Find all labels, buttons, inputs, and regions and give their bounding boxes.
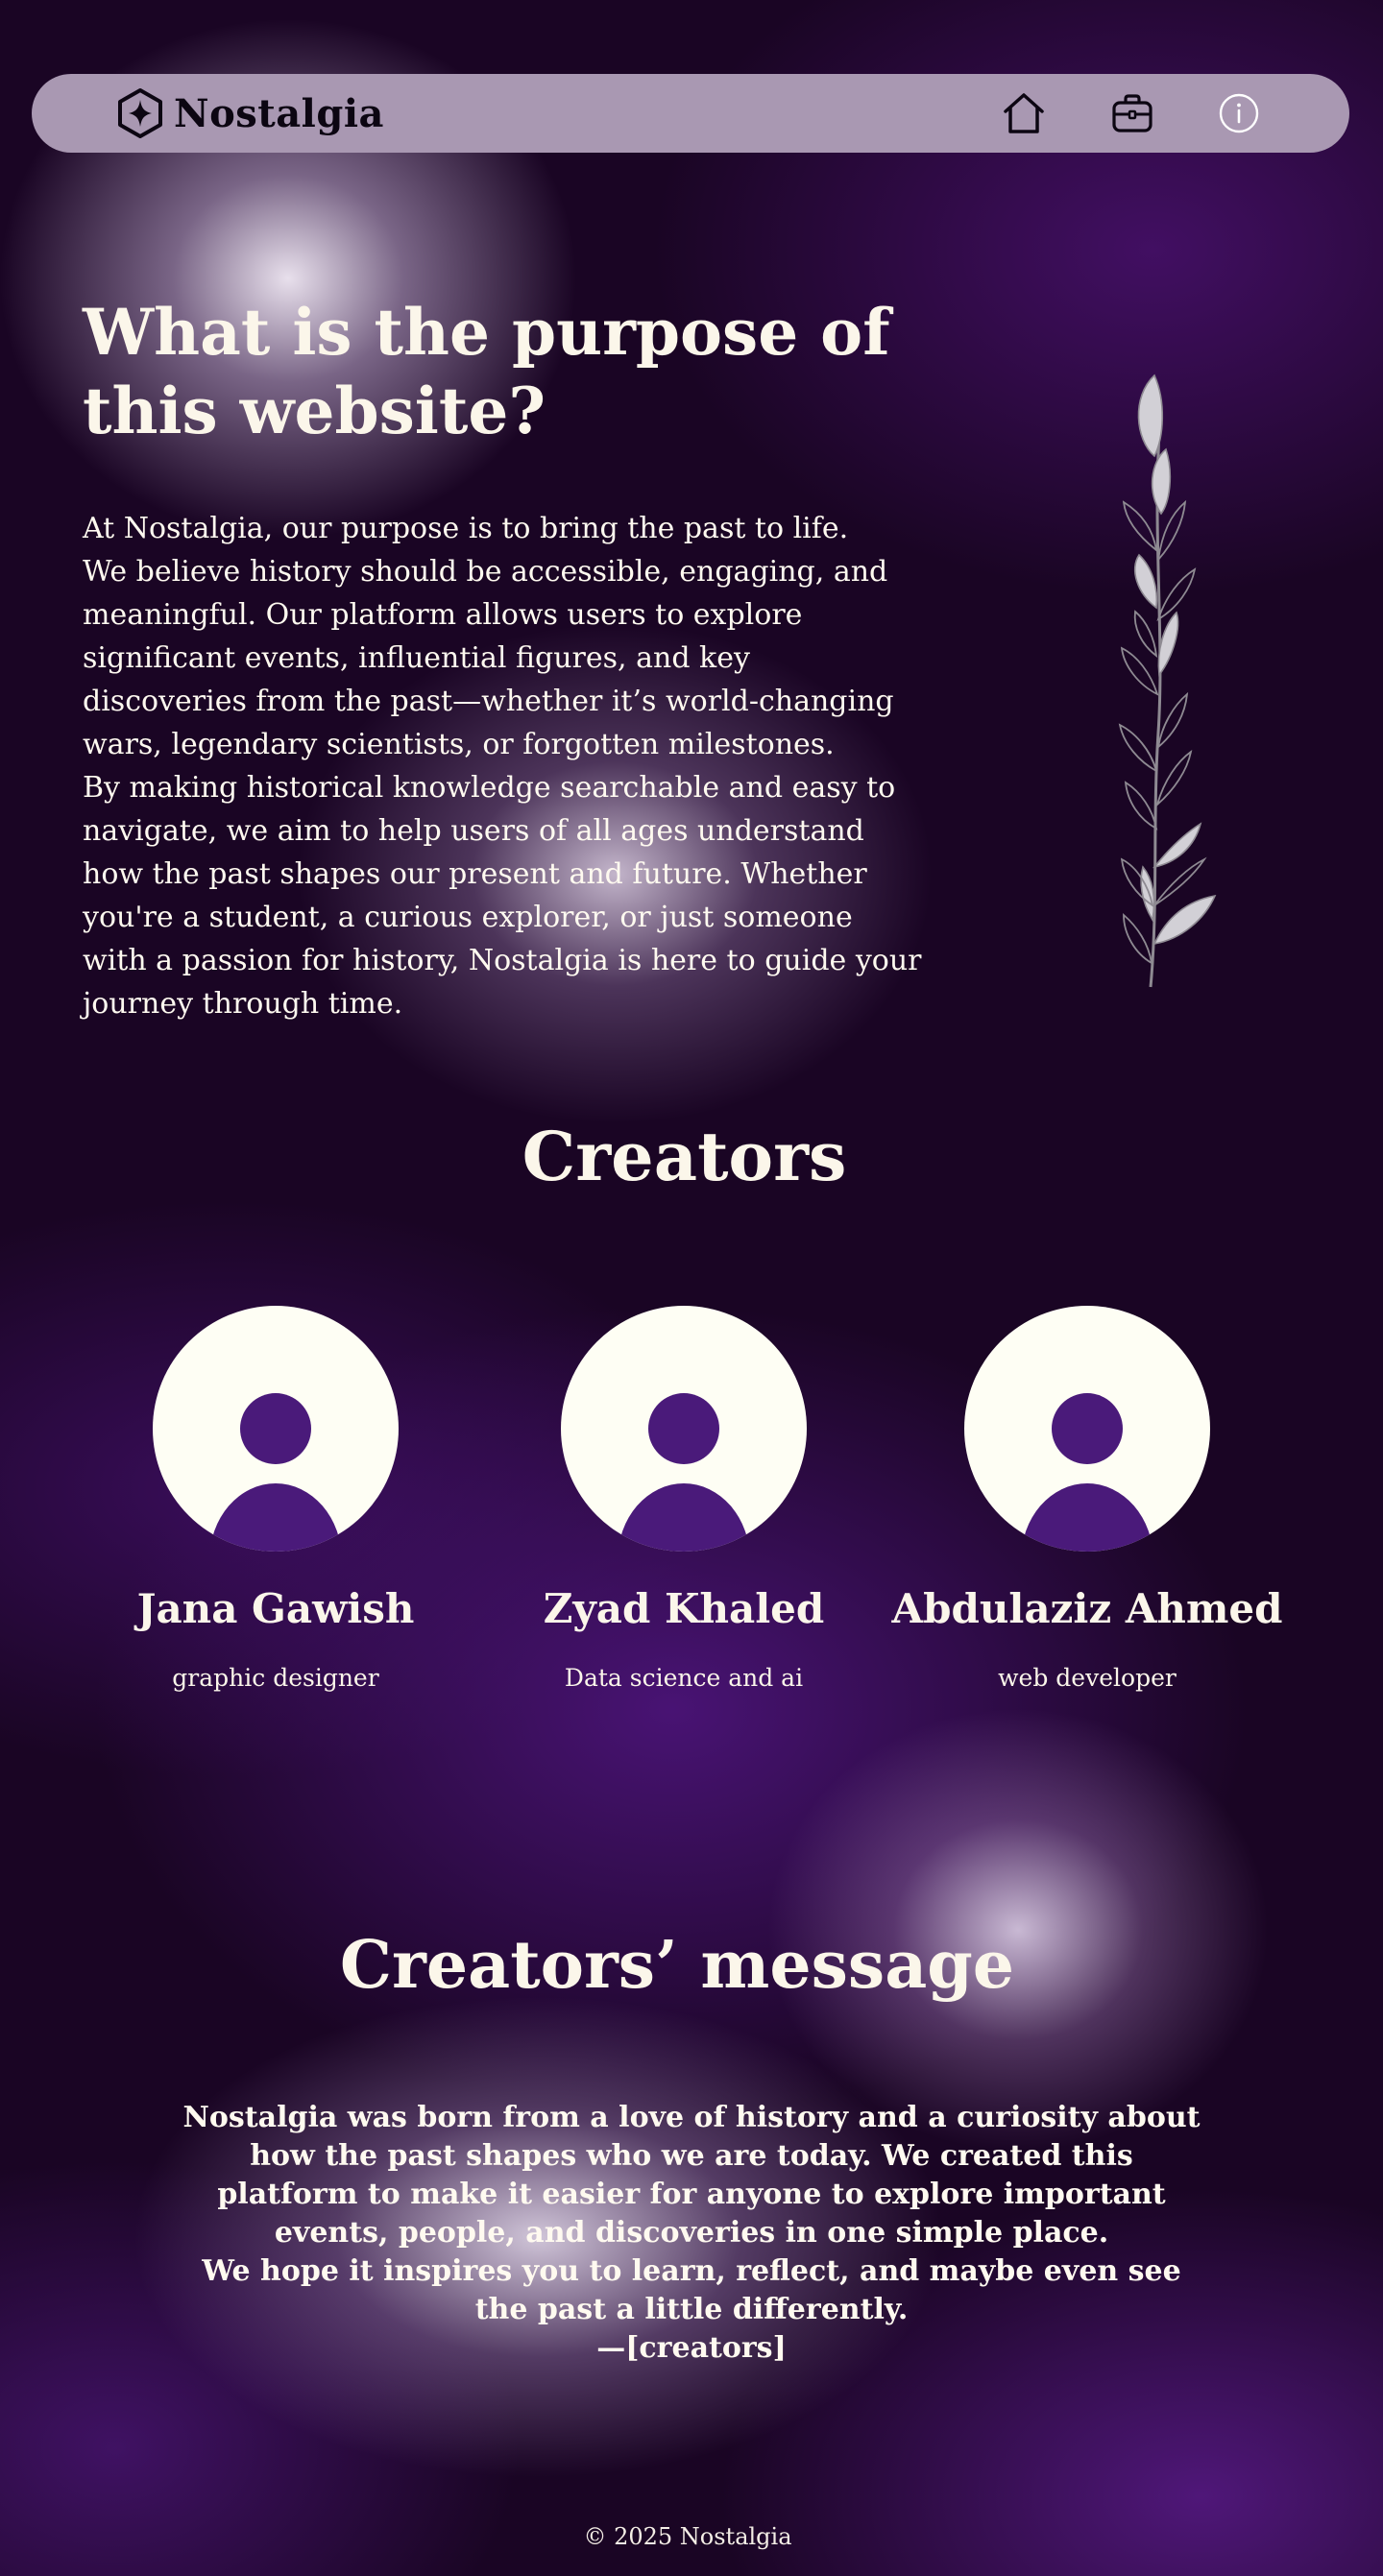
purpose-paragraph-line: journey through time. xyxy=(83,987,403,1021)
message-line: We hope it inspires you to learn, reflec… xyxy=(202,2254,1181,2288)
purpose-paragraph-line: significant events, influential figures,… xyxy=(83,641,750,675)
purpose-title: What is the purpose of this website? xyxy=(83,293,966,450)
purpose-paragraph-line: meaningful. Our platform allows users to… xyxy=(83,598,803,632)
creator-card: Abdulaziz Ahmed web developer xyxy=(876,1306,1298,1709)
creator-card: Jana Gawish graphic designer xyxy=(64,1306,487,1709)
message-line: the past a little differently. xyxy=(474,2293,909,2326)
creator-name: Zyad Khaled xyxy=(543,1585,825,1632)
brand[interactable]: Nostalgia xyxy=(116,87,384,139)
purpose-paragraph-line: We believe history should be accessible,… xyxy=(83,555,888,589)
avatar xyxy=(964,1306,1210,1552)
message-line: how the past shapes who we are today. We… xyxy=(250,2139,1133,2173)
purpose-paragraph-line: wars, legendary scientists, or forgotten… xyxy=(83,728,835,761)
avatar xyxy=(561,1306,807,1552)
purpose-paragraph-line: discoveries from the past—whether it’s w… xyxy=(83,685,894,718)
purpose-paragraph-line: navigate, we aim to help users of all ag… xyxy=(83,814,864,848)
creator-card: Zyad Khaled Data science and ai xyxy=(473,1306,895,1709)
purpose-paragraph-line: At Nostalgia, our purpose is to bring th… xyxy=(83,512,849,545)
briefcase-icon[interactable] xyxy=(1108,89,1156,137)
purpose-title-line: What is the purpose of xyxy=(83,295,890,370)
brand-name: Nostalgia xyxy=(174,90,384,136)
creator-name: Jana Gawish xyxy=(136,1585,415,1632)
purpose-paragraph-line: how the past shapes our present and futu… xyxy=(83,857,867,891)
creators-title: Creators xyxy=(522,1117,847,1196)
message-line: events, people, and discoveries in one s… xyxy=(274,2216,1109,2250)
message-signature: —[creators] xyxy=(596,2331,787,2365)
creator-name: Abdulaziz Ahmed xyxy=(891,1585,1283,1632)
avatar xyxy=(153,1306,399,1552)
message-line: Nostalgia was born from a love of histor… xyxy=(182,2101,1201,2134)
message-title: Creators’ message xyxy=(339,1927,1015,2004)
info-icon[interactable] xyxy=(1215,89,1263,137)
hexagon-star-logo-icon xyxy=(118,88,162,138)
purpose-paragraph-line: you're a student, a curious explorer, or… xyxy=(83,901,853,934)
navbar: Nostalgia xyxy=(32,74,1349,153)
purpose-paragraph-line: By making historical knowledge searchabl… xyxy=(83,771,896,805)
leaf-branch-illustration xyxy=(1118,373,1217,988)
purpose-paragraph-line: with a passion for history, Nostalgia is… xyxy=(83,944,922,977)
creators-message: Nostalgia was born from a love of histor… xyxy=(0,2099,1383,2368)
footer-copyright: © 2025 Nostalgia xyxy=(583,2523,792,2550)
purpose-paragraph: At Nostalgia, our purpose is to bring th… xyxy=(83,507,966,1025)
creator-role: graphic designer xyxy=(172,1664,379,1692)
message-line: platform to make it easier for anyone to… xyxy=(217,2178,1166,2211)
creator-role: Data science and ai xyxy=(564,1664,804,1692)
creator-role: web developer xyxy=(998,1664,1177,1692)
home-icon[interactable] xyxy=(1000,89,1048,137)
purpose-title-line: this website? xyxy=(83,373,546,448)
